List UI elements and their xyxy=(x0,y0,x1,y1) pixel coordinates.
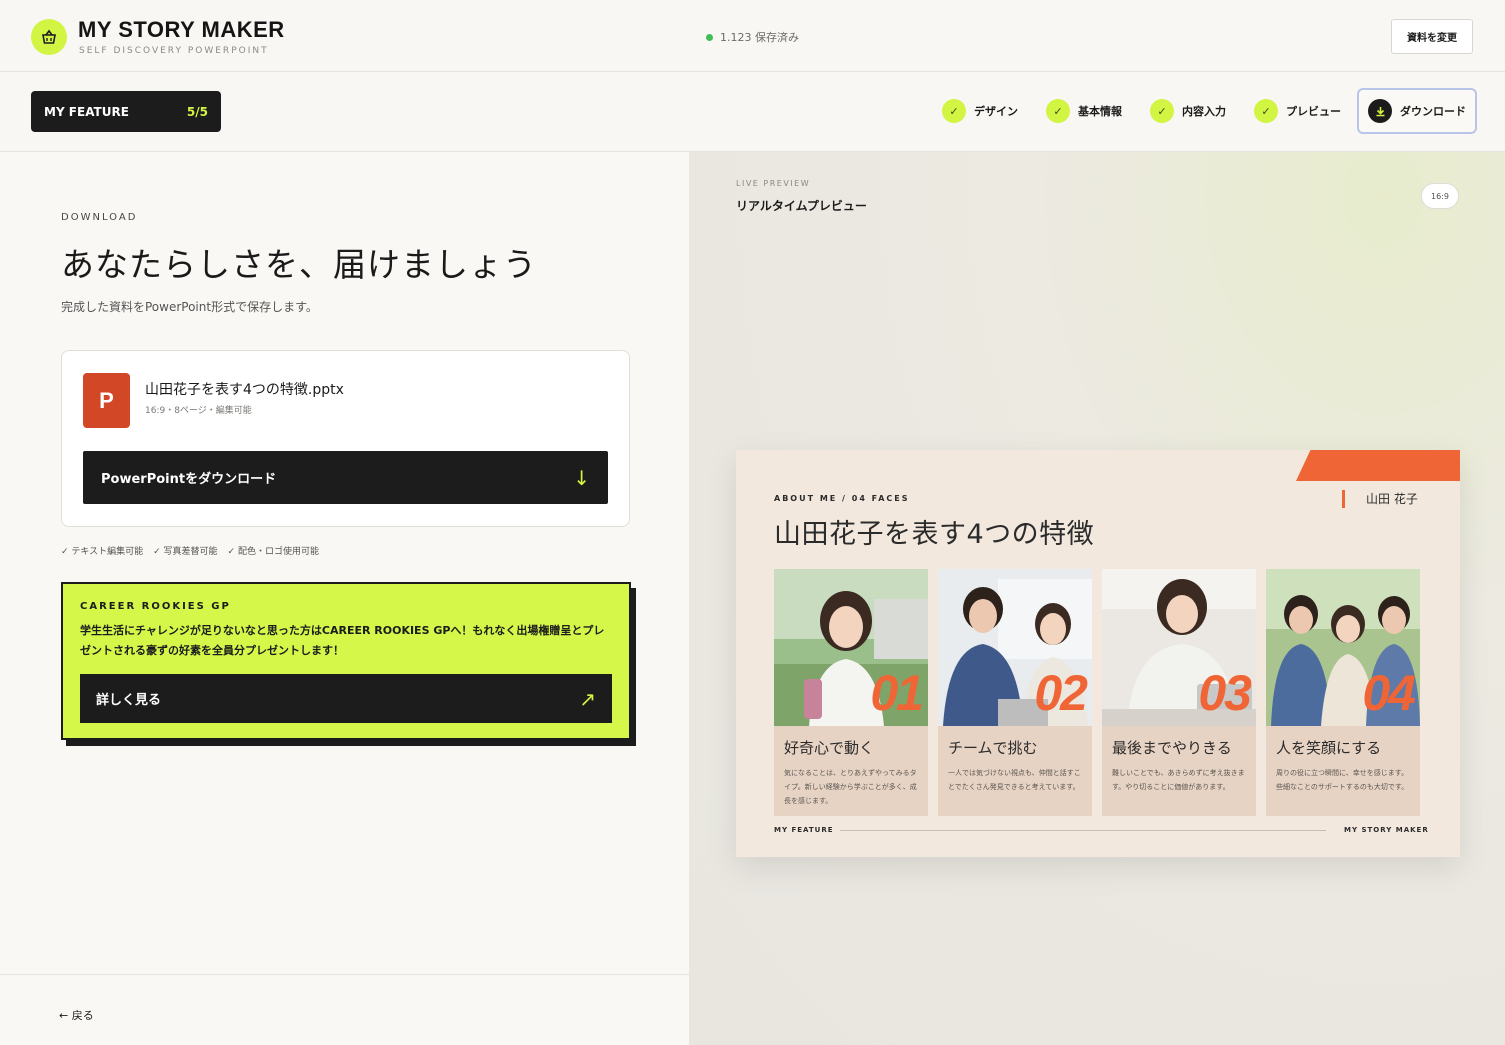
card-heading: 好奇心で動く xyxy=(784,739,875,757)
card-description: 難しいことでも、あきらめずに考え抜きます。やり切ることに価値があります。 xyxy=(1112,769,1245,791)
card-number: 04 xyxy=(1362,665,1416,721)
step-label: プレビュー xyxy=(1286,105,1341,118)
check-icon: ✓ xyxy=(1046,99,1070,123)
download-icon xyxy=(1368,99,1392,123)
step-content-input[interactable]: ✓ 内容入力 xyxy=(1138,88,1238,134)
slide-preview: ABOUT ME / 04 FACES 山田花子を表す4つの特徴 山田 花子 0… xyxy=(736,450,1460,857)
slide-author-name: 山田 花子 xyxy=(1366,492,1418,506)
download-powerpoint-button[interactable]: PowerPointをダウンロード ↓ xyxy=(83,451,608,504)
download-panel: DOWNLOAD あなたらしさを、届けましょう 完成した資料をPowerPoin… xyxy=(0,152,689,1045)
slide-card: 02 チームで挑む 一人では気づけない視点も、仲間と話すことでたくさん発見できる… xyxy=(938,569,1092,816)
live-preview-panel: LIVE PREVIEW リアルタイムプレビュー 16:9 ABOUT ME /… xyxy=(689,152,1505,1045)
preview-eyebrow: LIVE PREVIEW xyxy=(736,179,811,188)
promo-eyebrow: CAREER ROOKIES GP xyxy=(80,601,231,612)
slide-title: 山田花子を表す4つの特徴 xyxy=(774,519,1095,550)
app-header: MY STORY MAKER SELF DISCOVERY POWERPOINT… xyxy=(0,0,1505,72)
card-heading: 人を笑顔にする xyxy=(1276,739,1382,757)
save-status-text: 1.123 保存済み xyxy=(720,31,799,44)
card-description: 一人では気づけない視点も、仲間と話すことでたくさん発見できると考えています。 xyxy=(948,769,1081,791)
promo-button-label: 詳しく見る xyxy=(96,693,162,708)
step-label: 内容入力 xyxy=(1182,105,1226,118)
slide-footer-right: MY STORY MAKER xyxy=(1344,826,1429,834)
back-link[interactable]: ← 戻る xyxy=(59,1007,94,1023)
feature-item: ✓ 写真差替可能 xyxy=(153,547,218,557)
app-title: MY STORY MAKER xyxy=(78,17,285,42)
download-description: 完成した資料をPowerPoint形式で保存します。 xyxy=(61,300,318,314)
feature-label: MY FEATURE xyxy=(44,104,129,119)
step-label: デザイン xyxy=(974,105,1018,118)
card-number: 02 xyxy=(1034,665,1088,721)
step-preview[interactable]: ✓ プレビュー xyxy=(1242,88,1353,134)
feature-progress-pill[interactable]: MY FEATURE 5/5 xyxy=(31,91,221,132)
slide-footer-left: MY FEATURE xyxy=(774,826,834,834)
check-icon: ✓ xyxy=(1150,99,1174,123)
card-number: 01 xyxy=(870,665,924,721)
slide-card: 03 最後までやりきる 難しいことでも、あきらめずに考え抜きます。やり切ることに… xyxy=(1102,569,1256,816)
download-button-label: PowerPointをダウンロード xyxy=(101,472,277,487)
panel-footer: ← 戻る xyxy=(0,974,689,1045)
slide-name-marker xyxy=(1342,490,1345,508)
save-status-dot xyxy=(706,33,713,41)
step-design[interactable]: ✓ デザイン xyxy=(930,88,1030,134)
card-number: 03 xyxy=(1198,665,1252,721)
step-bar: MY FEATURE 5/5 ✓ デザイン ✓ 基本情報 ✓ 内容入力 ✓ プレ… xyxy=(0,72,1505,152)
arrow-up-right-icon: ↗ xyxy=(579,686,596,711)
card-description: 気になることは、とりあえずやってみるタイプ。新しい経験から学ぶことが多く、成長を… xyxy=(784,769,917,805)
aspect-ratio-badge[interactable]: 16:9 xyxy=(1421,183,1459,209)
step-label: 基本情報 xyxy=(1078,105,1122,118)
change-document-button[interactable]: 資料を変更 xyxy=(1391,19,1473,54)
card-description: 周りの役に立つ瞬間に、幸せを感じます。些細なことのサポートするのも大切です。 xyxy=(1276,769,1409,791)
app-subtitle: SELF DISCOVERY POWERPOINT xyxy=(79,46,269,56)
promo-details-button[interactable]: 詳しく見る ↗ xyxy=(80,674,612,723)
basket-icon xyxy=(31,19,67,55)
step-label: ダウンロード xyxy=(1400,105,1466,118)
step-list: ✓ デザイン ✓ 基本情報 ✓ 内容入力 ✓ プレビュー ダウンロード xyxy=(926,88,1477,134)
card-heading: 最後までやりきる xyxy=(1112,739,1232,757)
download-eyebrow: DOWNLOAD xyxy=(61,212,138,223)
powerpoint-file-icon: P xyxy=(83,373,130,428)
slide-accent-shape xyxy=(1296,450,1460,481)
arrow-down-icon: ↓ xyxy=(573,465,590,490)
slide-cards: 01 好奇心で動く 気になることは、とりあえずやってみるタイプ。新しい経験から学… xyxy=(774,569,1420,816)
slide-card: 01 好奇心で動く 気になることは、とりあえずやってみるタイプ。新しい経験から学… xyxy=(774,569,928,816)
feature-list: ✓ テキスト編集可能 ✓ 写真差替可能 ✓ 配色・ロゴ使用可能 xyxy=(61,544,319,557)
promo-text: 学生生活にチャレンジが足りないなと思った方はCAREER ROOKIES GPへ… xyxy=(80,624,605,657)
feature-count: 5/5 xyxy=(186,104,208,119)
preview-title: リアルタイムプレビュー xyxy=(736,199,867,213)
slide-card: 04 人を笑顔にする 周りの役に立つ瞬間に、幸せを感じます。些細なことのサポート… xyxy=(1266,569,1420,816)
card-heading: チームで挑む xyxy=(948,739,1038,757)
feature-item: ✓ 配色・ロゴ使用可能 xyxy=(227,547,319,557)
check-icon: ✓ xyxy=(942,99,966,123)
file-name: 山田花子を表す4つの特徴.pptx xyxy=(145,382,344,398)
step-basic-info[interactable]: ✓ 基本情報 xyxy=(1034,88,1134,134)
slide-footer-divider xyxy=(840,830,1326,831)
file-card: P 山田花子を表す4つの特徴.pptx 16:9・8ページ・編集可能 Power… xyxy=(61,350,630,527)
file-meta: 16:9・8ページ・編集可能 xyxy=(145,406,252,416)
step-download[interactable]: ダウンロード xyxy=(1357,88,1477,134)
feature-item: ✓ テキスト編集可能 xyxy=(61,547,144,557)
check-icon: ✓ xyxy=(1254,99,1278,123)
page-title: あなたらしさを、届けましょう xyxy=(61,245,537,284)
promo-banner: CAREER ROOKIES GP 学生生活にチャレンジが足りないなと思った方は… xyxy=(61,582,631,740)
save-status: 1.123 保存済み xyxy=(706,29,799,45)
slide-eyebrow: ABOUT ME / 04 FACES xyxy=(774,494,910,503)
